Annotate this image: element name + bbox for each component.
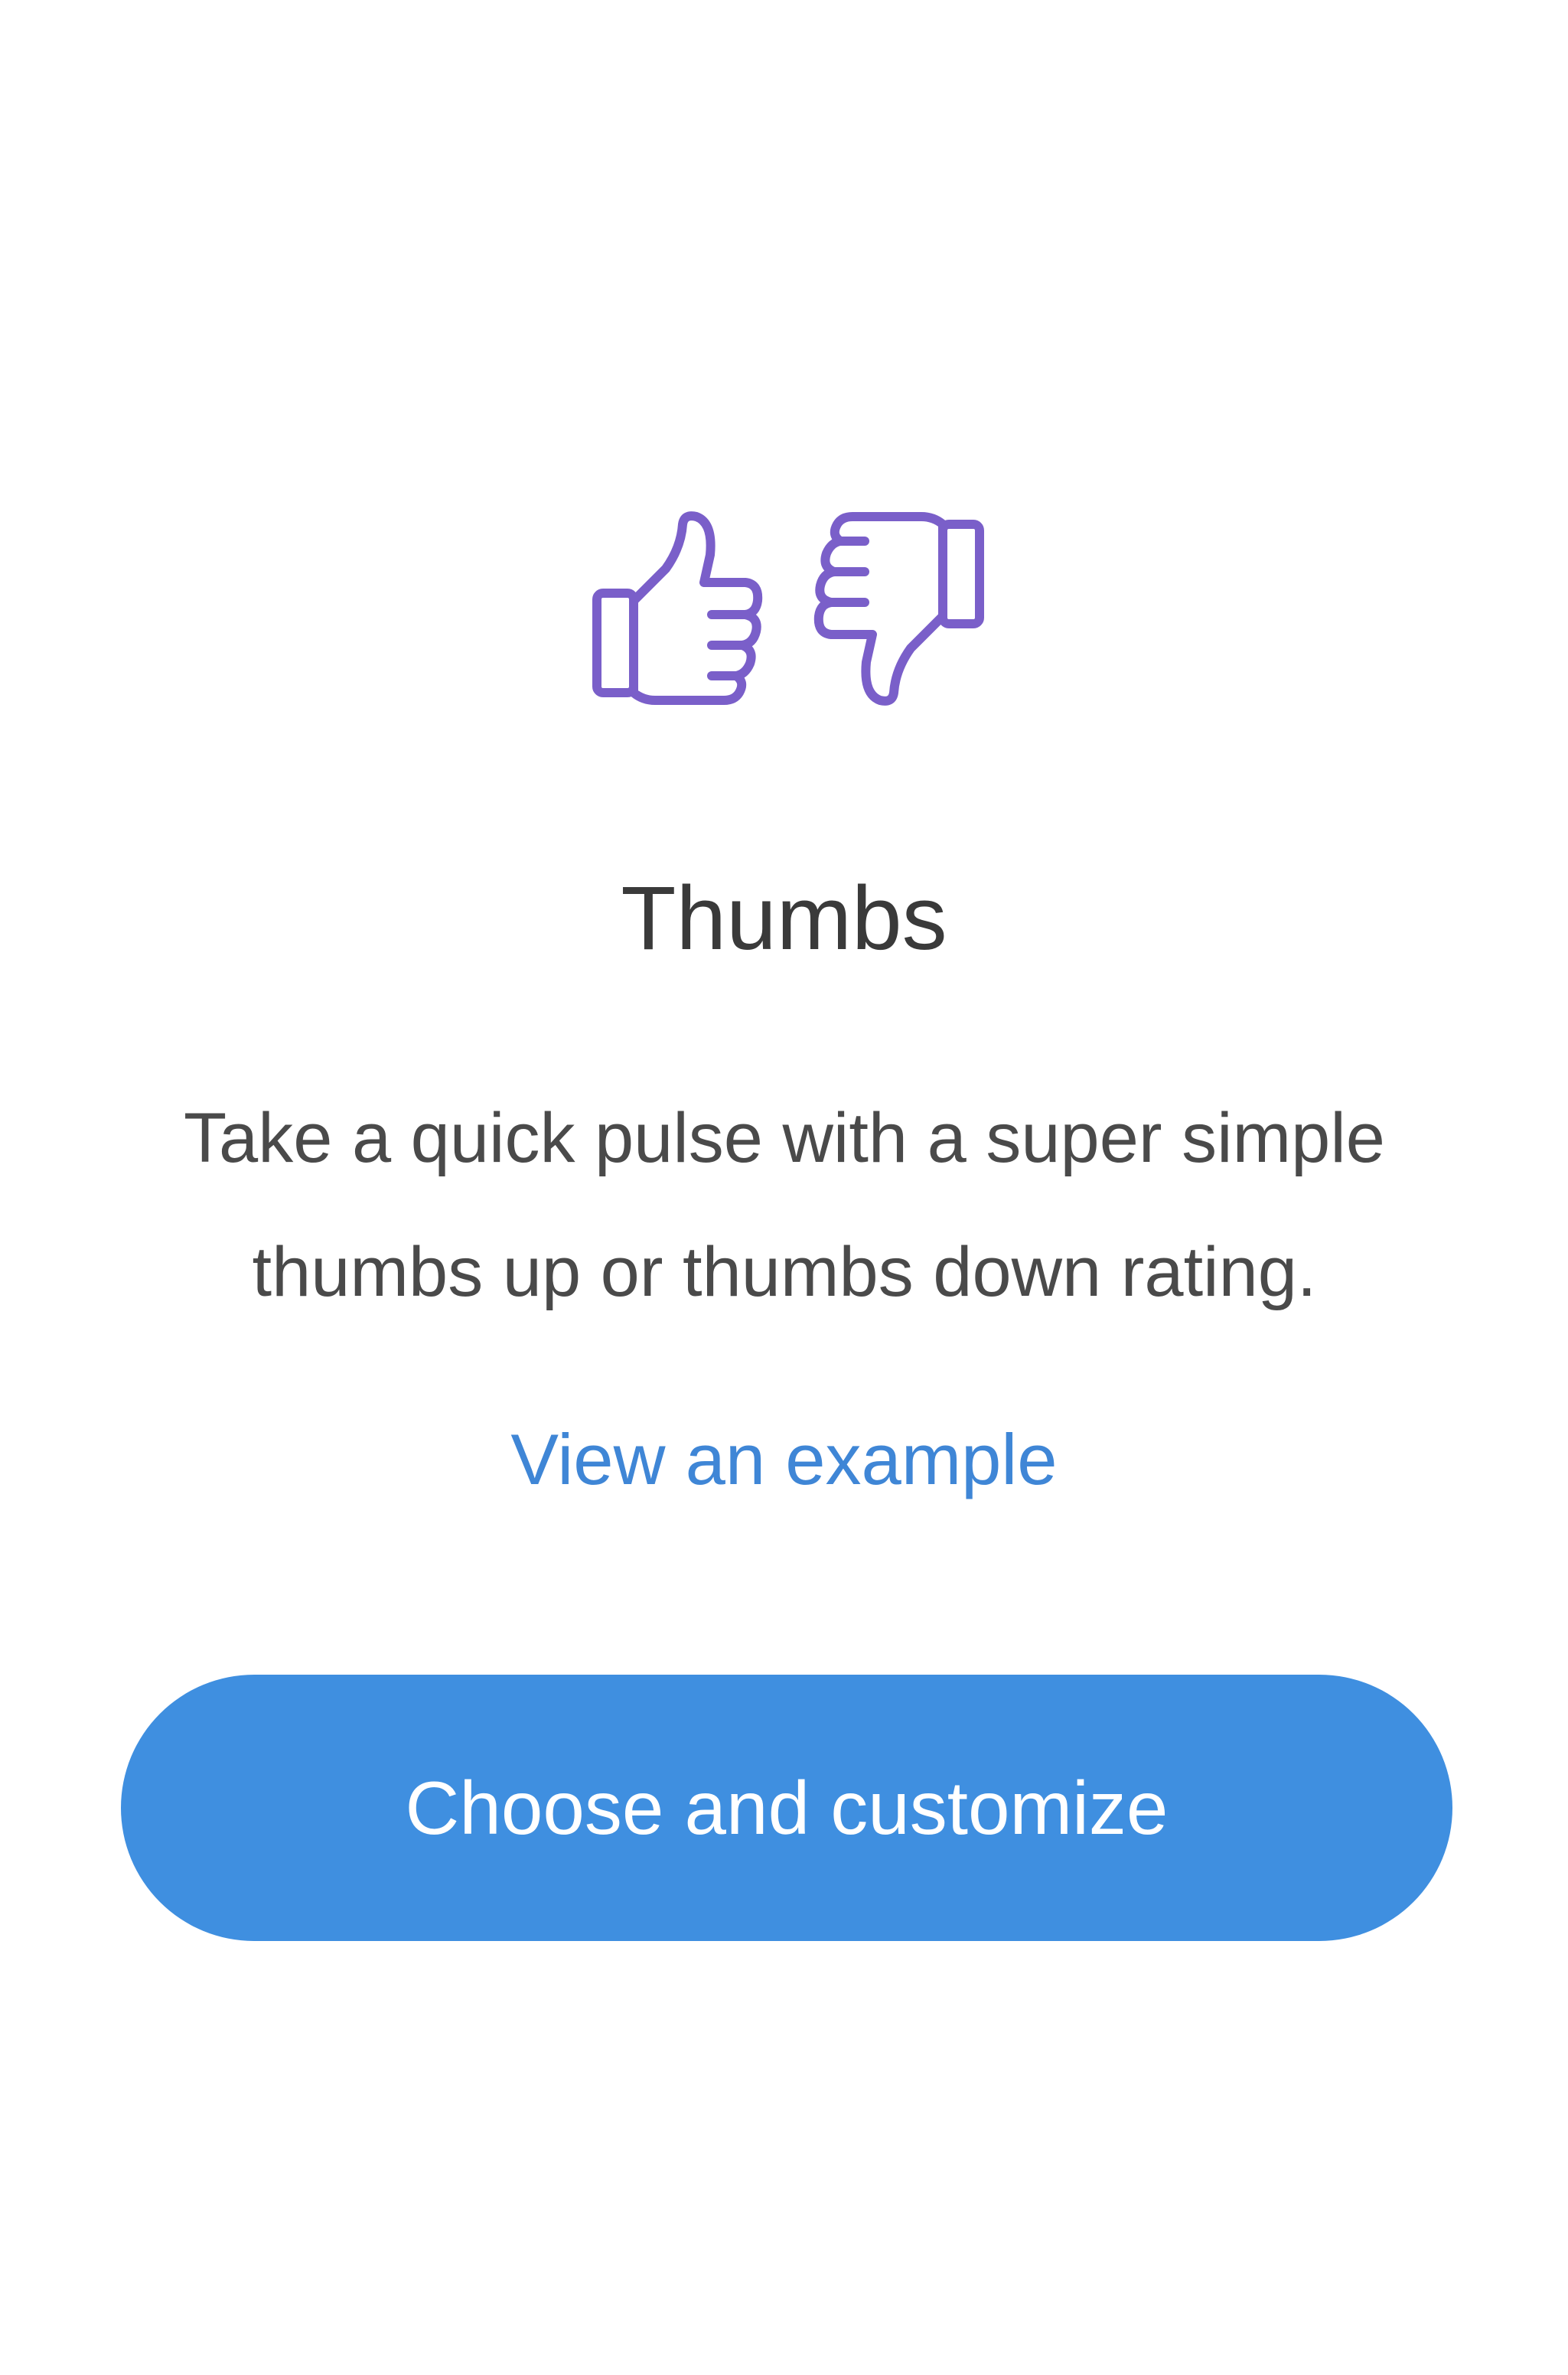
choose-and-customize-button[interactable]: Choose and customize	[121, 1675, 1452, 1941]
thumbs-down-icon	[813, 512, 984, 706]
thumbs-up-icon	[592, 511, 763, 705]
card-description: Take a quick pulse with a super simple t…	[184, 1099, 1385, 1311]
choose-and-customize-label: Choose and customize	[405, 1766, 1169, 1850]
rating-type-card: Thumbs Take a quick pulse with a super s…	[0, 0, 1568, 2375]
rating-icons	[582, 509, 995, 708]
card-title: Thumbs	[621, 868, 947, 969]
view-example-link[interactable]: View an example	[0, 1410, 1568, 1509]
